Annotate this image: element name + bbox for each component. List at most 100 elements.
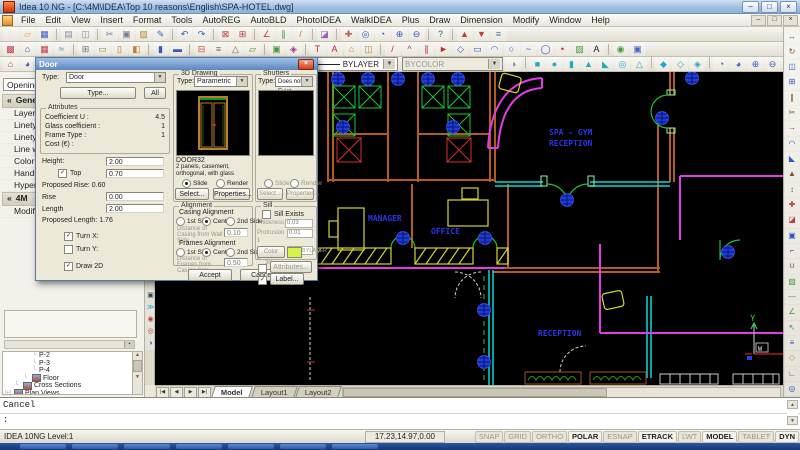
line-icon[interactable]: / (385, 42, 401, 56)
region-icon[interactable]: ◉ (613, 42, 629, 56)
taskbar-button[interactable] (332, 444, 378, 449)
menu-view[interactable]: View (66, 14, 95, 26)
rotate-icon[interactable]: ↻ (785, 45, 800, 59)
attributes-checkbox[interactable] (258, 264, 267, 273)
top-field[interactable]: 0.70 (106, 169, 164, 178)
scale-icon[interactable]: ▲ (785, 167, 800, 181)
tree-item-cross-sections[interactable]: └Cross Sections (3, 382, 142, 390)
level-up-icon[interactable]: ▲ (457, 27, 473, 41)
toggle-model[interactable]: MODEL (702, 431, 737, 443)
3d-type-dropdown[interactable]: Parametric ▼ (194, 76, 248, 87)
toggle-dyn[interactable]: DYN (775, 431, 799, 443)
zoom-scale-icon[interactable]: ⊕ (747, 57, 763, 71)
solid-subtract-icon[interactable]: ◇ (672, 57, 688, 71)
undo-icon[interactable]: ↶ (177, 27, 193, 41)
photoidea-icon[interactable]: ◕ (20, 57, 36, 71)
command-window[interactable]: Cancel : ▲ ▼ (0, 397, 800, 429)
taskbar-button[interactable] (20, 444, 66, 449)
menu-help[interactable]: Help (586, 14, 615, 26)
menu-autoreg[interactable]: AutoREG (197, 14, 245, 26)
solid-wedge-icon[interactable]: ◣ (597, 57, 613, 71)
tab-prev-icon[interactable]: ◀ (170, 387, 183, 398)
taskbar-button[interactable] (280, 444, 326, 449)
save-icon[interactable]: ▦ (37, 27, 53, 41)
copy-icon[interactable]: ▣ (119, 27, 135, 41)
wall-icon[interactable]: ▭ (95, 42, 111, 56)
taskbar-button[interactable] (228, 444, 274, 449)
minimize-button[interactable]: – (742, 1, 759, 13)
solid-union-icon[interactable]: ◆ (655, 57, 671, 71)
grid-icon[interactable]: ⊞ (78, 42, 94, 56)
frames-distance-field[interactable]: 0.50 (224, 258, 248, 267)
double-line-icon[interactable]: ∥ (419, 42, 435, 56)
menu-photoidea[interactable]: PhotoIDEA (292, 14, 347, 26)
menu-window[interactable]: Window (544, 14, 586, 26)
view-control-icon[interactable]: ◎ (785, 382, 800, 396)
horizontal-scrollbar[interactable] (342, 387, 781, 398)
menu-dimension[interactable]: Dimension (455, 14, 508, 26)
dim-angular-icon[interactable]: ∠ (785, 305, 800, 319)
offset-icon[interactable]: ∥ (785, 91, 800, 105)
window-tool-icon[interactable]: ⊟ (194, 42, 210, 56)
line-edit-icon[interactable]: / (293, 27, 309, 41)
chevron-down-icon[interactable]: ▼ (236, 77, 247, 86)
zoom-out-icon[interactable]: ⊖ (409, 27, 425, 41)
break-icon[interactable]: ⌐ (785, 244, 800, 258)
zoom-dynamic-icon[interactable]: ◕ (730, 57, 746, 71)
menu-format[interactable]: Format (128, 14, 167, 26)
zoom-window2-icon[interactable]: ◔ (713, 57, 729, 71)
solid-intersect-icon[interactable]: ◈ (689, 57, 705, 71)
new-file-icon[interactable]: ▯ (3, 27, 19, 41)
accept-button[interactable]: Accept (188, 269, 232, 281)
length-field[interactable]: 2.00 (106, 204, 164, 213)
panel-horizontal-scrollbar[interactable]: ▪ (4, 340, 135, 349)
turn-y-checkbox[interactable]: Turn Y: (64, 245, 98, 254)
copy-entity-icon[interactable]: ▣ (785, 229, 800, 243)
arrow-icon[interactable]: ► (436, 42, 452, 56)
menu-tools[interactable]: Tools (166, 14, 197, 26)
taskbar-button[interactable] (124, 444, 170, 449)
zoom-in-icon[interactable]: ⊕ (392, 27, 408, 41)
cut-icon[interactable]: ✂ (102, 27, 118, 41)
toggle-etrack[interactable]: ETRACK (638, 431, 677, 443)
toggle-esnap[interactable]: ESNAP (603, 431, 636, 443)
floor-manager-icon[interactable]: ▦ (37, 42, 53, 56)
join-icon[interactable]: ∪ (785, 259, 800, 273)
menu-insert[interactable]: Insert (95, 14, 128, 26)
print-icon[interactable]: ▤ (61, 27, 77, 41)
slide-radio[interactable]: Slide (182, 179, 207, 188)
tree-item-plan-views[interactable]: [+]Plan Views (3, 390, 142, 396)
solid-cone-icon[interactable]: ▲ (580, 57, 596, 71)
menu-walkidea[interactable]: WalkIDEA (346, 14, 397, 26)
solid-pyramid-icon[interactable]: △ (631, 57, 647, 71)
maximize-button[interactable]: □ (761, 1, 778, 13)
rise-field[interactable]: 0.00 (106, 192, 164, 201)
regen-icon[interactable]: ⊞ (235, 27, 251, 41)
scrollbar-thumb[interactable] (343, 388, 607, 397)
taskbar-button[interactable] (176, 444, 222, 449)
trim-icon[interactable]: ✂ (785, 106, 800, 120)
dim-linear-icon[interactable]: ― (785, 290, 800, 304)
solid-sphere-icon[interactable]: ● (546, 57, 562, 71)
menu-autobld[interactable]: AutoBLD (245, 14, 291, 26)
tree-vertical-scrollbar[interactable]: ▲ ▼ (132, 352, 142, 394)
close-button[interactable]: × (780, 1, 797, 13)
ucs-icon[interactable]: ∟ (785, 367, 800, 381)
menu-file[interactable]: File (16, 14, 41, 26)
dialog-close-icon[interactable]: × (298, 59, 314, 70)
scroll-up-icon[interactable]: ▲ (135, 352, 140, 358)
mirror-icon[interactable]: ◫ (785, 60, 800, 74)
walkidea-icon[interactable]: ⌂ (3, 57, 19, 71)
point-icon[interactable]: • (555, 42, 571, 56)
print-preview-icon[interactable]: ◫ (78, 27, 94, 41)
view-3d-icon[interactable]: ◈ (286, 42, 302, 56)
idea-layers-icon[interactable]: ▩ (3, 42, 19, 56)
open-file-icon[interactable]: ▱ (20, 27, 36, 41)
spline-icon[interactable]: ~ (521, 42, 537, 56)
fillet-icon[interactable]: ◠ (785, 137, 800, 151)
zoom-previous-icon[interactable]: ⊖ (764, 57, 780, 71)
solid-torus-icon[interactable]: ◎ (614, 57, 630, 71)
levels-icon[interactable]: ≈ (54, 42, 70, 56)
render-icon[interactable]: ◑ (505, 57, 521, 71)
chevron-down-icon[interactable]: ▼ (154, 73, 165, 82)
